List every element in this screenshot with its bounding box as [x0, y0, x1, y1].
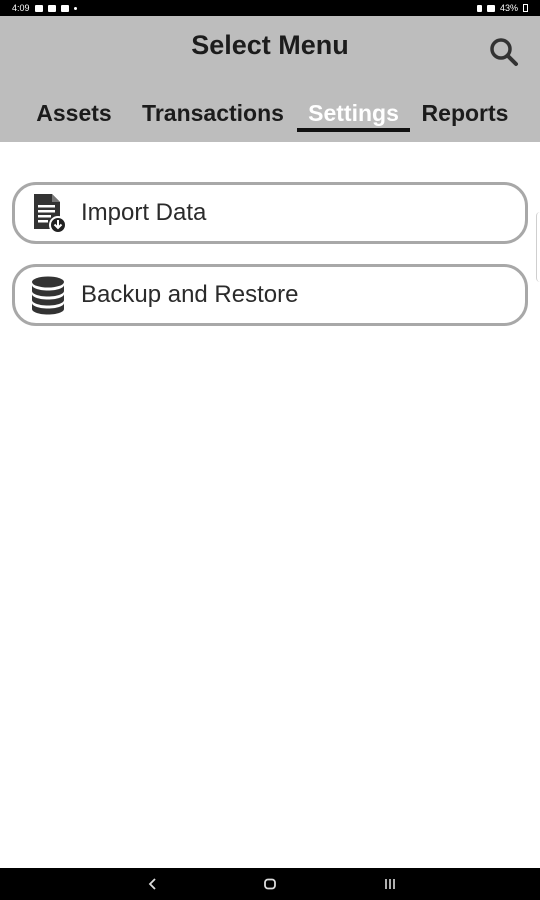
tab-label: Assets [36, 100, 112, 126]
recents-icon [385, 879, 395, 889]
notification-icon [34, 4, 43, 12]
wifi-icon [486, 4, 495, 12]
battery-percent: 43% [499, 3, 518, 13]
status-bar: 4:09 43% [0, 0, 540, 16]
home-icon [264, 878, 276, 890]
edge-panel-handle[interactable] [536, 212, 540, 282]
status-right: 43% [476, 3, 528, 13]
import-data-button[interactable]: Import Data [12, 182, 528, 244]
tab-label: Reports [421, 100, 509, 126]
import-document-icon [28, 191, 68, 235]
tab-transactions[interactable]: Transactions [132, 100, 294, 142]
back-icon [148, 878, 156, 890]
status-time: 4:09 [12, 3, 30, 13]
database-icon [28, 273, 68, 317]
menu-item-label: Backup and Restore [81, 281, 299, 308]
status-left: 4:09 [12, 3, 77, 13]
tab-assets[interactable]: Assets [24, 100, 124, 142]
notification-icon [47, 4, 56, 12]
navigation-bar [0, 868, 540, 900]
tab-reports[interactable]: Reports [412, 100, 518, 142]
battery-icon [523, 4, 528, 12]
home-button[interactable] [240, 868, 300, 900]
tab-bar: Assets Transactions Settings Reports [0, 100, 540, 142]
back-button[interactable] [123, 868, 183, 900]
search-button[interactable] [484, 32, 524, 72]
notification-icon [60, 4, 69, 12]
tab-label: Settings [308, 100, 399, 126]
backup-restore-button[interactable]: Backup and Restore [12, 264, 528, 326]
menu-item-label: Import Data [81, 199, 207, 226]
recents-button[interactable] [360, 868, 420, 900]
app-bar: Select Menu Assets Transactions Settings… [0, 16, 540, 142]
tab-settings[interactable]: Settings [297, 100, 410, 142]
bluetooth-icon [476, 4, 482, 12]
more-notifications-icon [73, 6, 77, 10]
active-tab-indicator [297, 128, 410, 132]
search-icon [490, 38, 518, 66]
page-title: Select Menu [191, 30, 349, 60]
tab-label: Transactions [142, 100, 284, 126]
